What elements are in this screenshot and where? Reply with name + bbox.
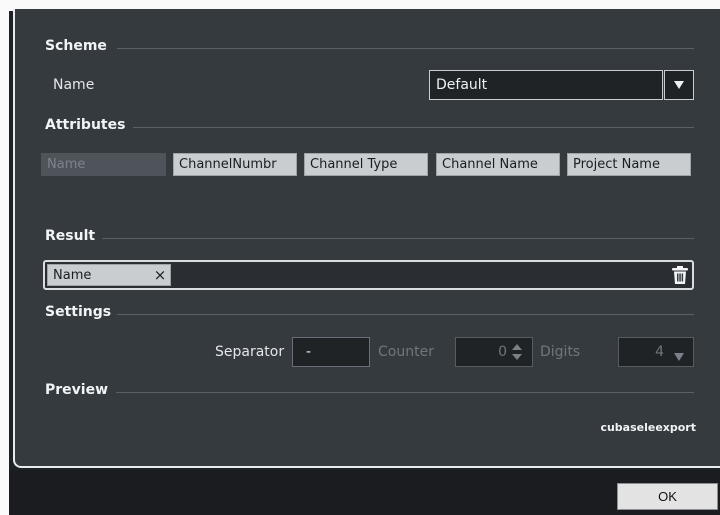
preview-text: cubaseleexport	[600, 421, 696, 434]
scheme-name-label: Name	[53, 77, 95, 93]
scheme-section-title: Scheme	[45, 38, 107, 54]
result-token-label: Name	[53, 267, 92, 283]
attributes-section-title: Attributes	[45, 117, 126, 133]
attribute-chip-channel-name[interactable]: Channel Name	[436, 153, 560, 176]
window-left-edge	[0, 0, 9, 515]
settings-divider	[117, 314, 694, 315]
counter-label: Counter	[378, 344, 434, 360]
preview-divider	[116, 392, 694, 393]
result-section-title: Result	[45, 228, 96, 244]
counter-spinner[interactable]	[510, 342, 524, 362]
attribute-chip-project-name[interactable]: Project Name	[567, 153, 691, 176]
up-down-stepper-icon	[512, 344, 522, 360]
ok-button[interactable]: OK	[617, 483, 718, 510]
digits-dropdown-arrow[interactable]	[673, 347, 685, 361]
separator-label: Separator	[215, 344, 285, 360]
triangle-down-icon	[674, 353, 684, 361]
scheme-name-value: Default	[436, 77, 488, 93]
result-divider	[102, 238, 694, 239]
triangle-down-icon	[674, 81, 684, 89]
settings-section-title: Settings	[45, 304, 112, 320]
attribute-chip-name[interactable]: Name	[41, 153, 166, 176]
attributes-divider	[133, 127, 694, 128]
scheme-name-select[interactable]: Default	[429, 70, 663, 100]
attribute-chip-channel-number[interactable]: ChannelNumbr	[173, 153, 297, 176]
clear-result-button[interactable]	[671, 265, 689, 285]
scheme-dropdown-button[interactable]	[664, 70, 694, 100]
counter-value: 0	[498, 344, 507, 360]
preview-section-title: Preview	[45, 382, 109, 398]
attribute-chip-channel-type[interactable]: Channel Type	[304, 153, 428, 176]
scheme-divider	[117, 48, 694, 49]
trash-icon	[672, 266, 688, 284]
separator-value: -	[306, 344, 312, 360]
remove-token-button[interactable]: ×	[150, 264, 170, 286]
digits-value: 4	[655, 344, 664, 360]
dialog-footer	[9, 470, 720, 515]
digits-label: Digits	[540, 344, 581, 360]
separator-input[interactable]: -	[292, 337, 370, 367]
close-icon: ×	[153, 266, 167, 284]
